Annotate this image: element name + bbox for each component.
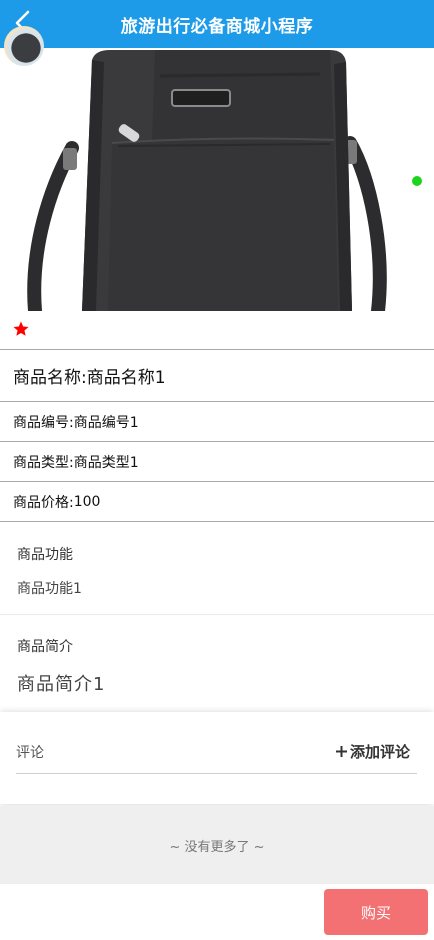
intro-section-body: 商品简介1 <box>17 674 106 695</box>
function-section-body: 商品功能1 <box>17 581 82 597</box>
add-comment-button[interactable]: 添加评论 <box>335 741 410 762</box>
product-price-label: 商品价格: <box>13 494 74 511</box>
product-type-label: 商品类型: <box>13 454 74 471</box>
comments-label: 评论 <box>16 745 44 761</box>
product-type-row: 商品类型: 商品类型1 <box>0 441 434 481</box>
product-image[interactable] <box>0 48 434 311</box>
product-name-value: 商品名称1 <box>86 368 166 388</box>
intro-section-title: 商品简介 <box>17 639 73 655</box>
product-name-row: 商品名称: 商品名称1 <box>0 349 434 401</box>
nav-header: 旅游出行必备商城小程序 <box>0 0 434 48</box>
product-code-value: 商品编号1 <box>73 414 139 431</box>
product-code-row: 商品编号: 商品编号1 <box>0 401 434 441</box>
no-more-area: ~ 没有更多了 ~ <box>0 806 434 884</box>
section-divider <box>0 614 434 615</box>
comments-divider <box>16 773 417 774</box>
bag-image <box>27 50 387 311</box>
no-more-text: ~ 没有更多了 ~ <box>169 839 265 855</box>
add-comment-label: 添加评论 <box>349 743 410 761</box>
buy-button[interactable]: 购买 <box>324 889 428 935</box>
floating-avatar[interactable] <box>4 26 44 66</box>
product-name-label: 商品名称: <box>13 368 87 388</box>
product-price-value: 100 <box>73 493 101 510</box>
product-code-label: 商品编号: <box>13 414 74 431</box>
plus-icon <box>335 746 347 757</box>
page-title: 旅游出行必备商城小程序 <box>120 16 314 37</box>
favorite-star-icon[interactable] <box>12 320 30 338</box>
carousel-indicator-dot[interactable] <box>412 176 422 186</box>
product-type-value: 商品类型1 <box>73 454 139 471</box>
product-price-row: 商品价格: 100 <box>0 481 434 522</box>
comments-card: 评论 添加评论 <box>0 712 434 804</box>
function-section-title: 商品功能 <box>17 547 73 563</box>
buy-button-label: 购买 <box>360 903 391 922</box>
